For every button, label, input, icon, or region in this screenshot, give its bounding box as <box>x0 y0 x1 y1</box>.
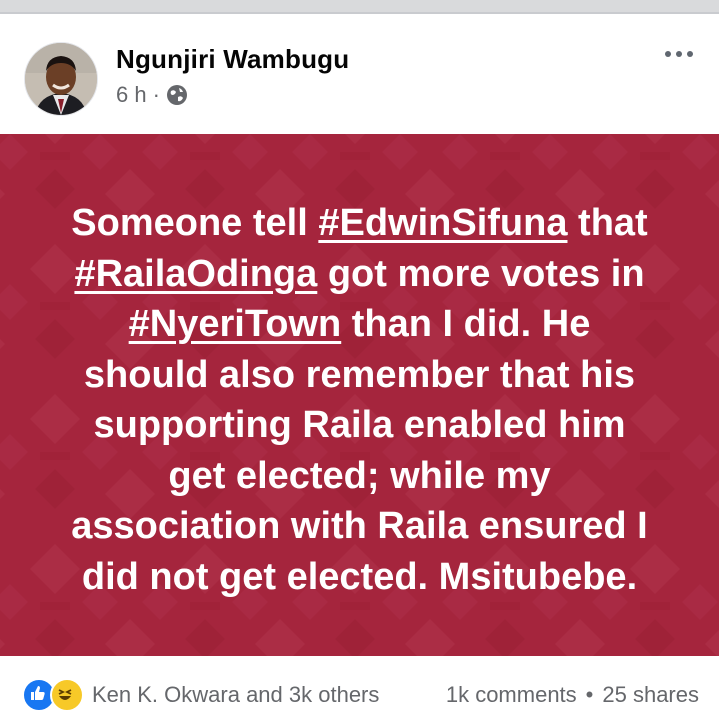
counts-separator: • <box>585 682 594 707</box>
post-text-segment: got more votes in <box>317 252 645 295</box>
avatar-photo <box>25 43 97 115</box>
post-meta: 6 h · <box>116 82 188 108</box>
feed-divider <box>0 0 719 14</box>
post-text-line: #NyeriTown than I did. He <box>30 299 689 350</box>
post-text-segment: that <box>567 202 648 244</box>
globe-icon[interactable] <box>166 84 188 106</box>
post-text-line: should also remember that his <box>30 350 689 401</box>
post-time[interactable]: 6 h <box>116 82 147 108</box>
hashtag-link[interactable]: #RailaOdinga <box>74 253 317 295</box>
more-dot-icon <box>665 51 671 57</box>
post-text-line: did not get elected. Msitubebe. <box>30 552 689 603</box>
more-dot-icon <box>687 51 693 57</box>
post-text-segment: did not get elected. Msitubebe. <box>81 555 638 598</box>
post-footer: Ken K. Okwara and 3k others 1k comments … <box>0 656 719 728</box>
post-text-line: #RailaOdinga got more votes in <box>30 249 689 300</box>
post-text-segment: get elected; while my <box>168 454 551 497</box>
meta-separator: · <box>152 82 160 107</box>
post-text-segment: supporting Raila enabled him <box>93 404 626 446</box>
more-dot-icon <box>676 51 682 57</box>
comments-count[interactable]: 1k comments <box>446 682 577 708</box>
post-text-line: Someone tell #EdwinSifuna that <box>30 198 689 249</box>
more-options-button[interactable] <box>659 42 699 66</box>
hashtag-link[interactable]: #NyeriTown <box>129 303 342 345</box>
post-text-line: supporting Raila enabled him <box>30 400 689 451</box>
post-text-segment: than I did. He <box>341 303 591 345</box>
reaction-icons[interactable] <box>22 678 84 712</box>
post-text-segment: Someone tell <box>71 202 319 244</box>
author-avatar[interactable] <box>24 42 98 116</box>
haha-icon <box>50 678 84 712</box>
post-text-line: get elected; while my <box>30 451 689 502</box>
engagement-counts: 1k comments • 25 shares <box>446 682 699 708</box>
post-background[interactable]: Someone tell #EdwinSifuna that #RailaOdin… <box>0 134 719 656</box>
post-text-segment: should also remember that his <box>83 353 636 396</box>
reactions-summary[interactable]: Ken K. Okwara and 3k others <box>92 682 379 708</box>
author-name[interactable]: Ngunjiri Wambugu <box>116 44 349 75</box>
hashtag-link[interactable]: #EdwinSifuna <box>318 202 567 244</box>
post-text-segment: association with Raila ensured I <box>71 505 648 547</box>
post-text: Someone tell #EdwinSifuna that #RailaOdin… <box>30 198 689 602</box>
post-header: Ngunjiri Wambugu 6 h · <box>0 14 719 134</box>
shares-count[interactable]: 25 shares <box>602 682 699 708</box>
post-text-line: association with Raila ensured I <box>30 501 689 552</box>
